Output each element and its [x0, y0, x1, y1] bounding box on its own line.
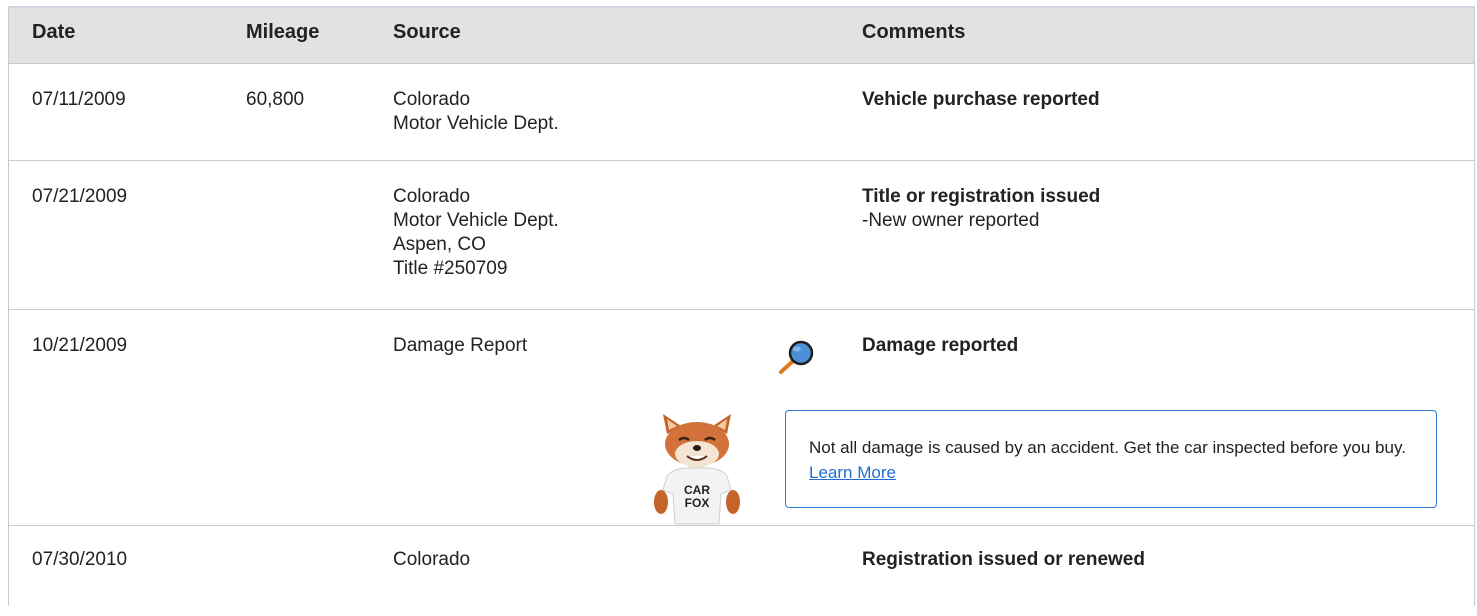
row-comment-title: Registration issued or renewed — [862, 549, 1145, 570]
table-row: 07/11/2009 60,800 Colorado Motor Vehicle… — [9, 64, 1474, 161]
learn-more-link[interactable]: Learn More — [809, 463, 896, 482]
table-row: 10/21/2009 Damage Report Damage reported — [9, 310, 1474, 526]
row-mileage: 60,800 — [246, 89, 305, 110]
row-date: 07/21/2009 — [32, 186, 128, 207]
source-line: Title #250709 — [393, 258, 508, 279]
table-row: 07/30/2010 Colorado Registration issued … — [9, 526, 1474, 616]
row-comment-title: Vehicle purchase reported — [862, 89, 1100, 110]
row-source: Colorado Motor Vehicle Dept. — [393, 88, 559, 136]
row-comment-title: Damage reported — [862, 335, 1019, 356]
vehicle-history-table: Date Mileage Source Comments 07/11/2009 … — [8, 6, 1475, 606]
mascot-shirt-line2: FOX — [685, 496, 710, 510]
row-date: 07/30/2010 — [32, 549, 128, 570]
carfox-mascot: CAR FOX — [654, 414, 740, 525]
table-header: Date Mileage Source Comments — [9, 6, 1474, 64]
table-row: 07/21/2009 Colorado Motor Vehicle Dept. … — [9, 161, 1474, 310]
source-line: Aspen, CO — [393, 234, 486, 255]
row-comment: Title or registration issued -New owner … — [862, 185, 1100, 233]
source-line: Colorado — [393, 549, 471, 570]
source-line: Motor Vehicle Dept. — [393, 113, 559, 134]
row-comment-sub: -New owner reported — [862, 210, 1040, 231]
callout-text: Not all damage is caused by an accident.… — [809, 435, 1409, 485]
header-mileage: Mileage — [246, 21, 320, 43]
magnifier-icon[interactable] — [777, 336, 821, 376]
header-date: Date — [32, 21, 76, 43]
row-source: Colorado — [393, 548, 470, 572]
callout-message: Not all damage is caused by an accident.… — [809, 438, 1406, 457]
damage-tip-callout: Not all damage is caused by an accident.… — [785, 410, 1437, 508]
source-line: Motor Vehicle Dept. — [393, 210, 559, 231]
row-comment-title: Title or registration issued — [862, 186, 1101, 207]
row-date: 07/11/2009 — [32, 89, 126, 110]
source-line: Colorado — [393, 89, 471, 110]
source-line: Damage Report — [393, 335, 528, 356]
mascot-shirt-line1: CAR — [684, 483, 710, 497]
row-source: Colorado Motor Vehicle Dept. Aspen, CO T… — [393, 185, 559, 281]
row-source: Damage Report — [393, 334, 527, 358]
source-line: Colorado — [393, 186, 471, 207]
header-source: Source — [393, 21, 461, 43]
header-comments: Comments — [862, 21, 966, 43]
row-date: 10/21/2009 — [32, 335, 128, 356]
